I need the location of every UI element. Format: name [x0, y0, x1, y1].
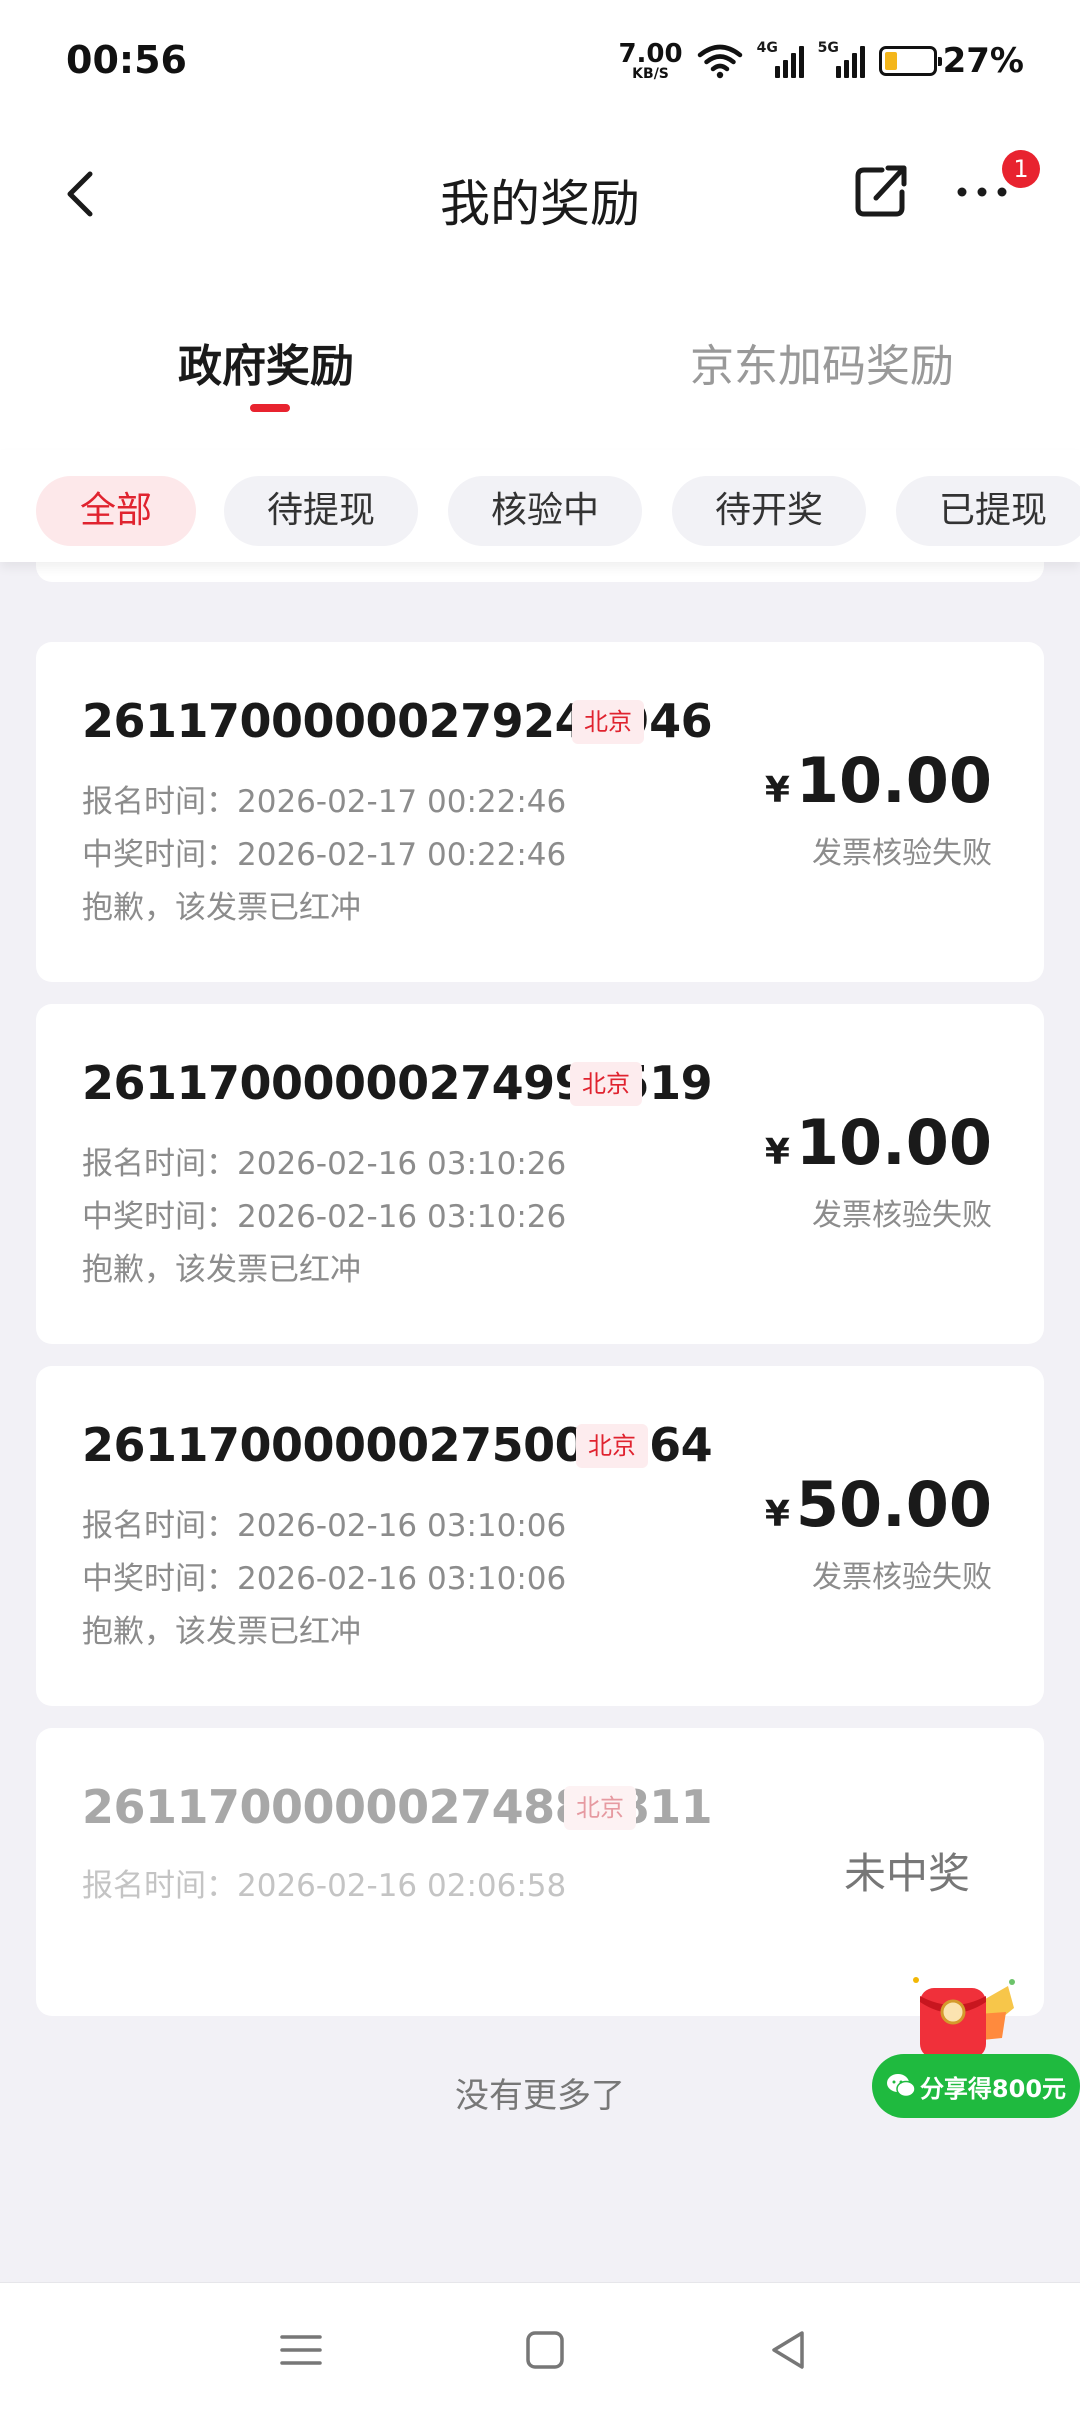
signup-time-label: 报名时间： [82, 784, 237, 820]
win-time-value: 2026-02-16 03:10:26 [237, 1199, 567, 1235]
win-time-value: 2026-02-17 00:22:46 [237, 837, 567, 873]
signup-time-label: 报名时间： [82, 1508, 237, 1544]
reward-status: 发票核验失败 [812, 836, 992, 871]
notification-badge: 1 [1002, 150, 1040, 188]
battery-percent: 27% [942, 41, 1024, 81]
tab-government-reward[interactable]: 政府奖励 [178, 330, 354, 394]
wifi-icon [697, 44, 742, 79]
reward-amount: ¥ 50.00 [765, 1468, 992, 1541]
reward-status: 发票核验失败 [812, 1560, 992, 1595]
share-promo-label: 分享得800元 [919, 2074, 1067, 2103]
signup-time: 报名时间：2026-02-16 03:10:26 [82, 1138, 566, 1183]
currency-symbol: ¥ [764, 770, 790, 811]
status-indicators: 7.00 KB/S 4G 5G 27% [618, 36, 1024, 86]
sim1-label: 4G [756, 40, 778, 56]
reward-result: 未中奖 [843, 1849, 970, 1898]
share-promo-button[interactable]: 分享得800元 [872, 2054, 1080, 2118]
signup-time-label: 报名时间： [82, 1146, 237, 1182]
win-time-value: 2026-02-16 03:10:06 [237, 1561, 567, 1597]
reward-card[interactable]: 26117000000279241946 北京 报名时间：2026-02-17 … [36, 642, 1044, 982]
region-tag: 北京 [572, 700, 644, 744]
amount-value: 50.00 [795, 1468, 992, 1541]
back-triangle-icon [772, 2331, 804, 2369]
battery-fill [884, 52, 897, 70]
win-time-label: 中奖时间： [82, 837, 237, 873]
signup-time: 报名时间：2026-02-16 02:06:58 [82, 1860, 566, 1905]
currency-symbol: ¥ [764, 1132, 790, 1173]
signup-time: 报名时间：2026-02-17 00:22:46 [82, 776, 566, 821]
win-time: 中奖时间：2026-02-16 03:10:06 [82, 1553, 566, 1598]
signup-time-label: 报名时间： [82, 1868, 237, 1904]
filter-chip-withdrawn[interactable]: 已提现 [896, 476, 1080, 546]
tab-jd-bonus-reward[interactable]: 京东加码奖励 [690, 330, 954, 394]
filter-chip-pending-withdraw[interactable]: 待提现 [224, 476, 418, 546]
tab-active-indicator [250, 404, 290, 412]
win-time: 中奖时间：2026-02-16 03:10:26 [82, 1191, 566, 1236]
signup-time-value: 2026-02-17 00:22:46 [237, 784, 567, 820]
status-time: 00:56 [66, 38, 187, 82]
win-time-label: 中奖时间： [82, 1561, 237, 1597]
sim1-signal-icon: 4G [757, 40, 804, 78]
nav-menu-button[interactable] [276, 2325, 326, 2375]
sim2-label: 5G [817, 40, 839, 56]
signup-time-value: 2026-02-16 03:10:26 [237, 1146, 567, 1182]
filter-chip-all[interactable]: 全部 [36, 476, 196, 546]
win-time-label: 中奖时间： [82, 1199, 237, 1235]
region-tag: 北京 [570, 1062, 642, 1106]
reward-status: 发票核验失败 [812, 1198, 992, 1233]
signup-time-value: 2026-02-16 02:06:58 [237, 1868, 567, 1904]
region-tag: 北京 [564, 1786, 636, 1830]
region-tag: 北京 [576, 1424, 648, 1468]
wechat-icon [886, 2074, 916, 2098]
network-speed: 7.00 KB/S [618, 41, 682, 81]
share-promo-float[interactable]: 分享得800元 [872, 1968, 1080, 2118]
page-title: 我的奖励 [440, 175, 640, 233]
app-header: 我的奖励 1 [0, 120, 1080, 270]
network-speed-unit: KB/S [632, 66, 669, 82]
amount-value: 10.00 [795, 1106, 992, 1179]
reward-tabs: 政府奖励 京东加码奖励 [0, 270, 1080, 450]
battery-icon: 27% [878, 41, 1024, 81]
reward-note: 抱歉，该发票已红冲 [82, 890, 361, 926]
filter-bar: 全部 待提现 核验中 待开奖 已提现 [0, 450, 1080, 562]
amount-value: 10.00 [795, 744, 992, 817]
nav-home-button[interactable] [520, 2325, 570, 2375]
currency-symbol: ¥ [764, 1494, 790, 1535]
reward-card[interactable]: 26117000000275000664 北京 报名时间：2026-02-16 … [36, 1366, 1044, 1706]
filter-chip-pending-draw[interactable]: 待开奖 [672, 476, 866, 546]
status-bar: 00:56 7.00 KB/S 4G 5G 27% [0, 0, 1080, 120]
menu-icon [280, 2335, 322, 2365]
signup-time-value: 2026-02-16 03:10:06 [237, 1508, 567, 1544]
share-button[interactable] [852, 160, 912, 222]
reward-card[interactable]: 26117000000274998519 北京 报名时间：2026-02-16 … [36, 1004, 1044, 1344]
home-square-icon [526, 2331, 564, 2369]
share-icon [855, 165, 907, 217]
signup-time: 报名时间：2026-02-16 03:10:06 [82, 1500, 566, 1545]
network-speed-value: 7.00 [618, 39, 683, 69]
reward-note: 抱歉，该发票已红冲 [82, 1252, 361, 1288]
win-time: 中奖时间：2026-02-17 00:22:46 [82, 829, 566, 874]
reward-note: 抱歉，该发票已红冲 [82, 1614, 361, 1650]
reward-amount: ¥ 10.00 [765, 744, 992, 817]
sim2-signal-icon: 5G [818, 40, 865, 78]
reward-amount: ¥ 10.00 [765, 1106, 992, 1179]
nav-back-button[interactable] [764, 2325, 814, 2375]
filter-chip-verifying[interactable]: 核验中 [448, 476, 642, 546]
system-nav-bar [0, 2282, 1080, 2414]
